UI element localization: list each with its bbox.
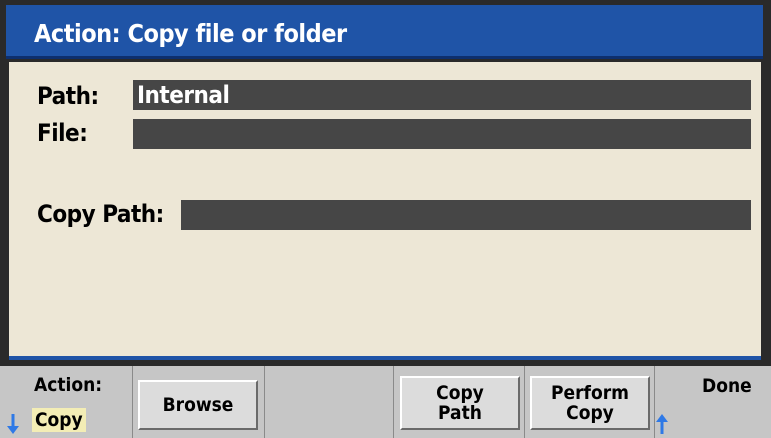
arrow-up-icon (656, 414, 668, 434)
perform-copy-button[interactable]: Perform Copy (530, 376, 650, 430)
softkey-empty (265, 366, 393, 438)
perform-copy-line1: Perform (551, 382, 629, 404)
browse-button[interactable]: Browse (138, 380, 258, 430)
softkey-divider (132, 366, 133, 438)
softkey-action[interactable]: Action: Copy (0, 366, 132, 438)
copy-path-line2: Path (438, 402, 482, 424)
dialog-panel: Path: Internal File: Copy Path: (9, 62, 761, 360)
softkey-divider (524, 366, 525, 438)
softkey-done[interactable]: Done (655, 366, 771, 438)
path-field[interactable]: Internal (133, 80, 751, 110)
softkey-bar: Action: Copy Browse Copy Path Perform Co… (0, 366, 771, 438)
copy-path-button[interactable]: Copy Path (400, 376, 520, 430)
action-value: Copy (32, 408, 86, 432)
action-label: Action: (34, 374, 103, 396)
softkey-divider (393, 366, 394, 438)
title-bar: Action: Copy file or folder (6, 5, 763, 59)
browse-label: Browse (162, 394, 234, 416)
done-label: Done (702, 375, 752, 397)
file-field[interactable] (133, 119, 751, 149)
copy-path-field[interactable] (181, 200, 751, 230)
perform-copy-line2: Copy (566, 402, 614, 424)
file-label: File: (37, 119, 88, 147)
arrow-down-icon (7, 414, 19, 434)
instrument-screen: Action: Copy file or folder Path: Intern… (0, 0, 771, 438)
copy-path-label: Copy Path: (37, 200, 164, 228)
path-label: Path: (37, 82, 99, 110)
page-title: Action: Copy file or folder (34, 19, 347, 48)
copy-path-line1: Copy (436, 382, 484, 404)
